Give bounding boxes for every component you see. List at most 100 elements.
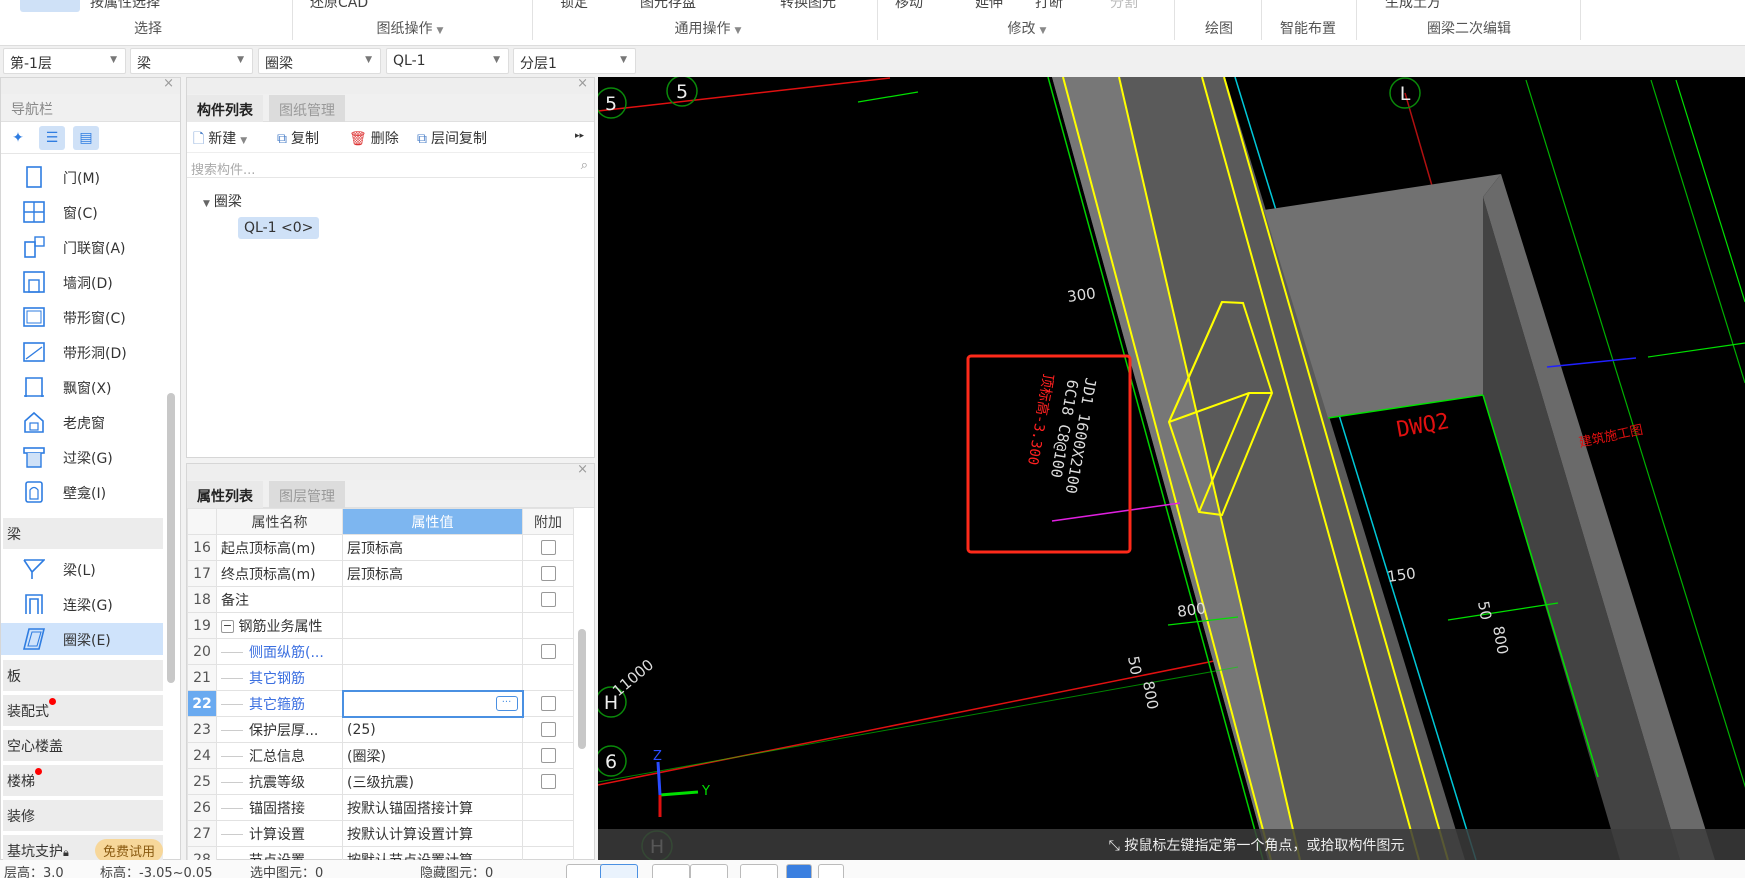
extra-checkbox[interactable] [540,722,556,737]
split-button[interactable]: 分割 [1110,0,1138,12]
tab-component-list[interactable]: 构件列表 [187,95,263,122]
extra-cell[interactable] [522,716,574,743]
more-icon[interactable]: ▸▸ [575,131,584,141]
extra-cell[interactable] [522,820,574,847]
extra-checkbox[interactable] [540,644,556,659]
object-snap-toggle[interactable] [600,864,638,878]
dynamic-input-toggle[interactable] [690,864,728,878]
new-button[interactable]: 🗋︎ 新建 ▼ [193,128,247,152]
tree-item-ql-1[interactable]: QL-1 <0> [238,217,320,239]
property-row[interactable]: 24 汇总信息 (圈梁) [187,742,574,769]
nav-item-window[interactable]: 窗(C) [1,196,163,228]
move-button[interactable]: 移动 [895,0,923,12]
nav-item-lintel[interactable]: 过梁(G) [1,441,163,473]
property-row[interactable]: 21 其它钢筋 [187,664,574,691]
nav-item-coupling-beam[interactable]: 连梁(G) [1,588,163,620]
nav-item-beam[interactable]: 梁(L) [1,553,163,585]
layer-select[interactable]: 分层1 ▼ [513,48,636,74]
nav-category-stairs[interactable]: 楼梯 [3,765,163,796]
property-value[interactable]: 层顶标高 [342,534,523,561]
property-row[interactable]: 22 其它箍筋 ··· [187,689,574,718]
nav-item-niche[interactable]: 壁龛(I) [1,476,163,508]
extra-cell[interactable] [522,664,574,691]
property-value[interactable]: 按默认锚固搭接计算 [342,794,523,821]
tab-drawing-management[interactable]: 图纸管理 [269,95,345,122]
property-row[interactable]: 25 抗震等级 (三级抗震) [187,768,574,795]
property-value[interactable]: (三级抗震) [342,768,523,795]
lock-button[interactable]: 锁定 [560,0,588,12]
extra-checkbox[interactable] [540,540,556,555]
extra-cell[interactable] [522,612,574,639]
convert-element-button[interactable]: 转换图元 [780,0,836,12]
group-drawing-ops[interactable]: 图纸操作 ▼ [377,18,444,38]
category-select[interactable]: 梁 ▼ [130,48,253,74]
property-name[interactable]: − 钢筋业务属性 [216,612,343,639]
group-common-ops[interactable]: 通用操作 ▼ [675,18,742,38]
extra-checkbox[interactable] [540,748,556,763]
extra-checkbox[interactable] [540,566,556,581]
snap-intersection-toggle[interactable] [652,864,690,878]
nav-category-decoration[interactable]: 装修 [3,800,163,831]
nav-category-slab[interactable]: 板 [3,660,163,691]
property-row[interactable]: 26 锚固搭接 按默认锚固搭接计算 [187,794,574,821]
ortho-toggle[interactable] [566,864,604,878]
close-icon[interactable]: × [577,76,588,91]
extra-checkbox[interactable] [540,592,556,607]
property-value[interactable] [342,586,523,613]
nav-item-door[interactable]: 门(M) [1,161,163,193]
extra-cell[interactable] [522,586,574,613]
drawing-canvas[interactable]: JD1 1600X2100 6C18 C8@100 顶标高-3.300 5 5 … [598,77,1745,860]
extra-cell[interactable] [522,690,574,717]
property-row[interactable]: 17 终点顶标高(m) 层顶标高 [187,560,574,587]
property-row[interactable]: 19− 钢筋业务属性 [187,612,574,639]
nav-item-ring-beam[interactable]: 圈梁(E) [1,623,163,655]
line-toggle[interactable] [818,864,844,878]
nav-item-strip-window[interactable]: 带形窗(C) [1,301,163,333]
property-value[interactable]: (圈梁) [342,742,523,769]
property-value[interactable] [342,664,523,691]
property-value[interactable] [342,638,523,665]
search-input[interactable]: 搜索构件... ⌕ [187,156,594,178]
break-button[interactable]: 打断 [1035,0,1063,12]
tree-node-ring-beam[interactable]: ▼ 圈梁 [203,191,242,211]
extra-checkbox[interactable] [540,696,556,711]
select-by-attribute-button[interactable]: 按属性选择 [90,0,160,12]
property-row[interactable]: 20 侧面纵筋(... [187,638,574,665]
component-select[interactable]: QL-1 ▼ [386,48,509,74]
nav-category-beam[interactable]: 梁 [3,518,163,549]
grid-toggle[interactable] [740,864,778,878]
property-value[interactable]: 按默认计算设置计算 [342,820,523,847]
nav-item-door-window[interactable]: 门联窗(A) [1,231,163,263]
extra-cell[interactable] [522,560,574,587]
nav-category-hollow-floor[interactable]: 空心楼盖 [3,730,163,761]
close-icon[interactable]: × [577,462,588,477]
tab-property-list[interactable]: 属性列表 [187,481,263,508]
sparkle-icon[interactable]: ✦ [5,126,31,150]
nav-scrollbar[interactable] [167,393,175,683]
detail-view-icon[interactable]: ▤ [73,126,99,150]
extra-checkbox[interactable] [540,774,556,789]
save-element-button[interactable]: 图元存盘 [640,0,696,12]
property-value-input[interactable]: ··· [341,689,524,718]
nav-category-prefab[interactable]: 装配式 [3,695,163,726]
property-row[interactable]: 18 备注 [187,586,574,613]
select-large-button[interactable] [20,0,80,12]
property-row[interactable]: 27 计算设置 按默认计算设置计算 [187,820,574,847]
floor-select[interactable]: 第-1层 ▼ [3,48,126,74]
property-value[interactable]: 层顶标高 [342,560,523,587]
copy-between-floors-button[interactable]: ⧉ 层间复制 [417,128,487,148]
extra-cell[interactable] [522,794,574,821]
type-select[interactable]: 圈梁 ▼ [258,48,381,74]
delete-button[interactable]: 🗑︎ 删除 [349,128,399,148]
nav-item-bay-window[interactable]: 飘窗(X) [1,371,163,403]
property-row[interactable]: 16 起点顶标高(m) 层顶标高 [187,534,574,561]
nav-item-wall-opening[interactable]: 墙洞(D) [1,266,163,298]
group-modify[interactable]: 修改 ▼ [1008,18,1047,38]
property-value[interactable]: (25) [342,716,523,743]
display-toggle[interactable] [786,864,812,878]
cad-drawing[interactable]: JD1 1600X2100 6C18 C8@100 顶标高-3.300 5 5 … [598,77,1745,860]
property-value[interactable] [342,612,523,639]
nav-item-strip-opening[interactable]: 带形洞(D) [1,336,163,368]
free-trial-badge[interactable]: 免费试用 [94,839,163,862]
copy-button[interactable]: ⧉ 复制 [277,128,319,148]
